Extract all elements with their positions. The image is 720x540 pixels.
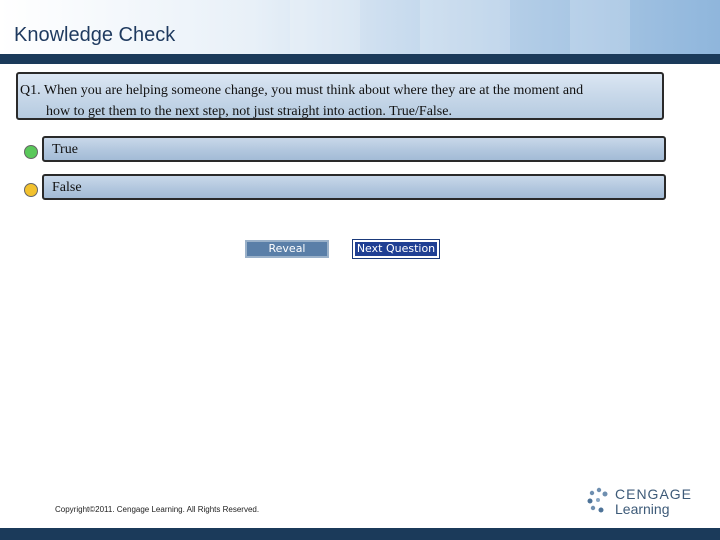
header-banner: Knowledge Check (0, 0, 720, 54)
option-false[interactable]: False (42, 174, 666, 200)
question-line-1: Q1. When you are helping someone change,… (20, 83, 584, 98)
header-divider-bar (0, 54, 720, 64)
option-true-label: True (52, 142, 78, 157)
header-decor-tile (570, 0, 630, 54)
question-line-2: how to get them to the next step, not ju… (46, 104, 452, 119)
copyright-text: Copyright©2011. Cengage Learning. All Ri… (55, 505, 260, 514)
page-title: Knowledge Check (14, 24, 176, 46)
cengage-logo: CENGAGE Learning (585, 486, 695, 520)
reveal-answer-button[interactable]: Reveal Answer (245, 240, 329, 269)
question-box: Q1. When you are helping someone change,… (16, 72, 664, 120)
header-decor-tile (420, 0, 510, 54)
cengage-logo-icon (587, 487, 608, 513)
next-question-button[interactable]: Next Question (352, 239, 440, 259)
option-true-radio[interactable] (24, 145, 38, 159)
logo-word-1: CENGAGE (615, 486, 693, 502)
option-false-label: False (52, 180, 82, 195)
footer-bar (0, 528, 720, 540)
option-false-radio[interactable] (24, 183, 38, 197)
logo-word-2: Learning (615, 501, 670, 517)
option-true[interactable]: True (42, 136, 666, 162)
question-text: Q1. When you are helping someone change,… (20, 80, 660, 122)
header-decor-tile (290, 0, 360, 54)
